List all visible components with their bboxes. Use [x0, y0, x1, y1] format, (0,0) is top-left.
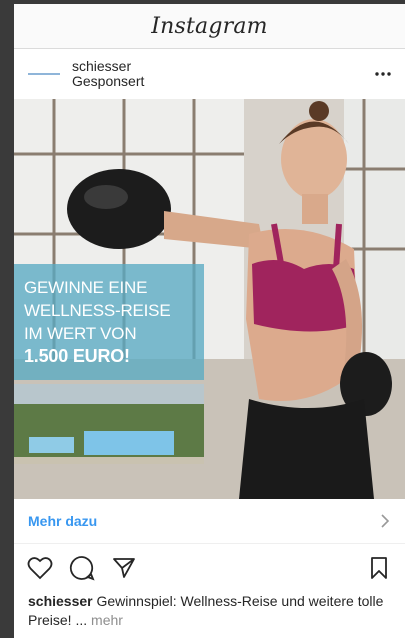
chevron-right-icon [381, 514, 390, 528]
promo-line-3: IM WERT VON [24, 324, 137, 343]
app-title: Instagram [151, 13, 268, 39]
caption-username[interactable]: schiesser [28, 593, 93, 609]
avatar[interactable] [28, 72, 60, 76]
promo-line-4: 1.500 EURO! [24, 346, 130, 366]
sponsored-label: Gesponsert [72, 73, 145, 89]
bookmark-icon[interactable] [365, 554, 393, 582]
promo-line-1: GEWINNE EINE [24, 278, 148, 297]
top-bar: Instagram [14, 4, 405, 49]
more-horizontal-icon[interactable] [371, 64, 395, 84]
learn-more-bar[interactable]: Mehr dazu [14, 499, 405, 544]
post-image[interactable]: GEWINNE EINE WELLNESS-REISE IM WERT VON … [14, 99, 405, 499]
phone-screen: Instagram schiesser Gesponsert GEWINNE E… [14, 4, 405, 638]
comment-icon[interactable] [68, 554, 96, 582]
send-icon[interactable] [110, 554, 138, 582]
post-caption: schiesser Gewinnspiel: Wellness-Reise un… [14, 592, 405, 630]
promo-overlay: GEWINNE EINE WELLNESS-REISE IM WERT VON … [14, 264, 204, 380]
heart-icon[interactable] [26, 554, 54, 582]
account-name[interactable]: schiesser [72, 59, 371, 74]
learn-more-link[interactable]: Mehr dazu [28, 513, 97, 529]
account-info: schiesser Gesponsert [72, 59, 371, 89]
promo-line-2: WELLNESS-REISE [24, 301, 171, 320]
action-bar [14, 544, 405, 592]
post-header: schiesser Gesponsert [14, 49, 405, 99]
caption-more-link[interactable]: mehr [87, 612, 123, 628]
